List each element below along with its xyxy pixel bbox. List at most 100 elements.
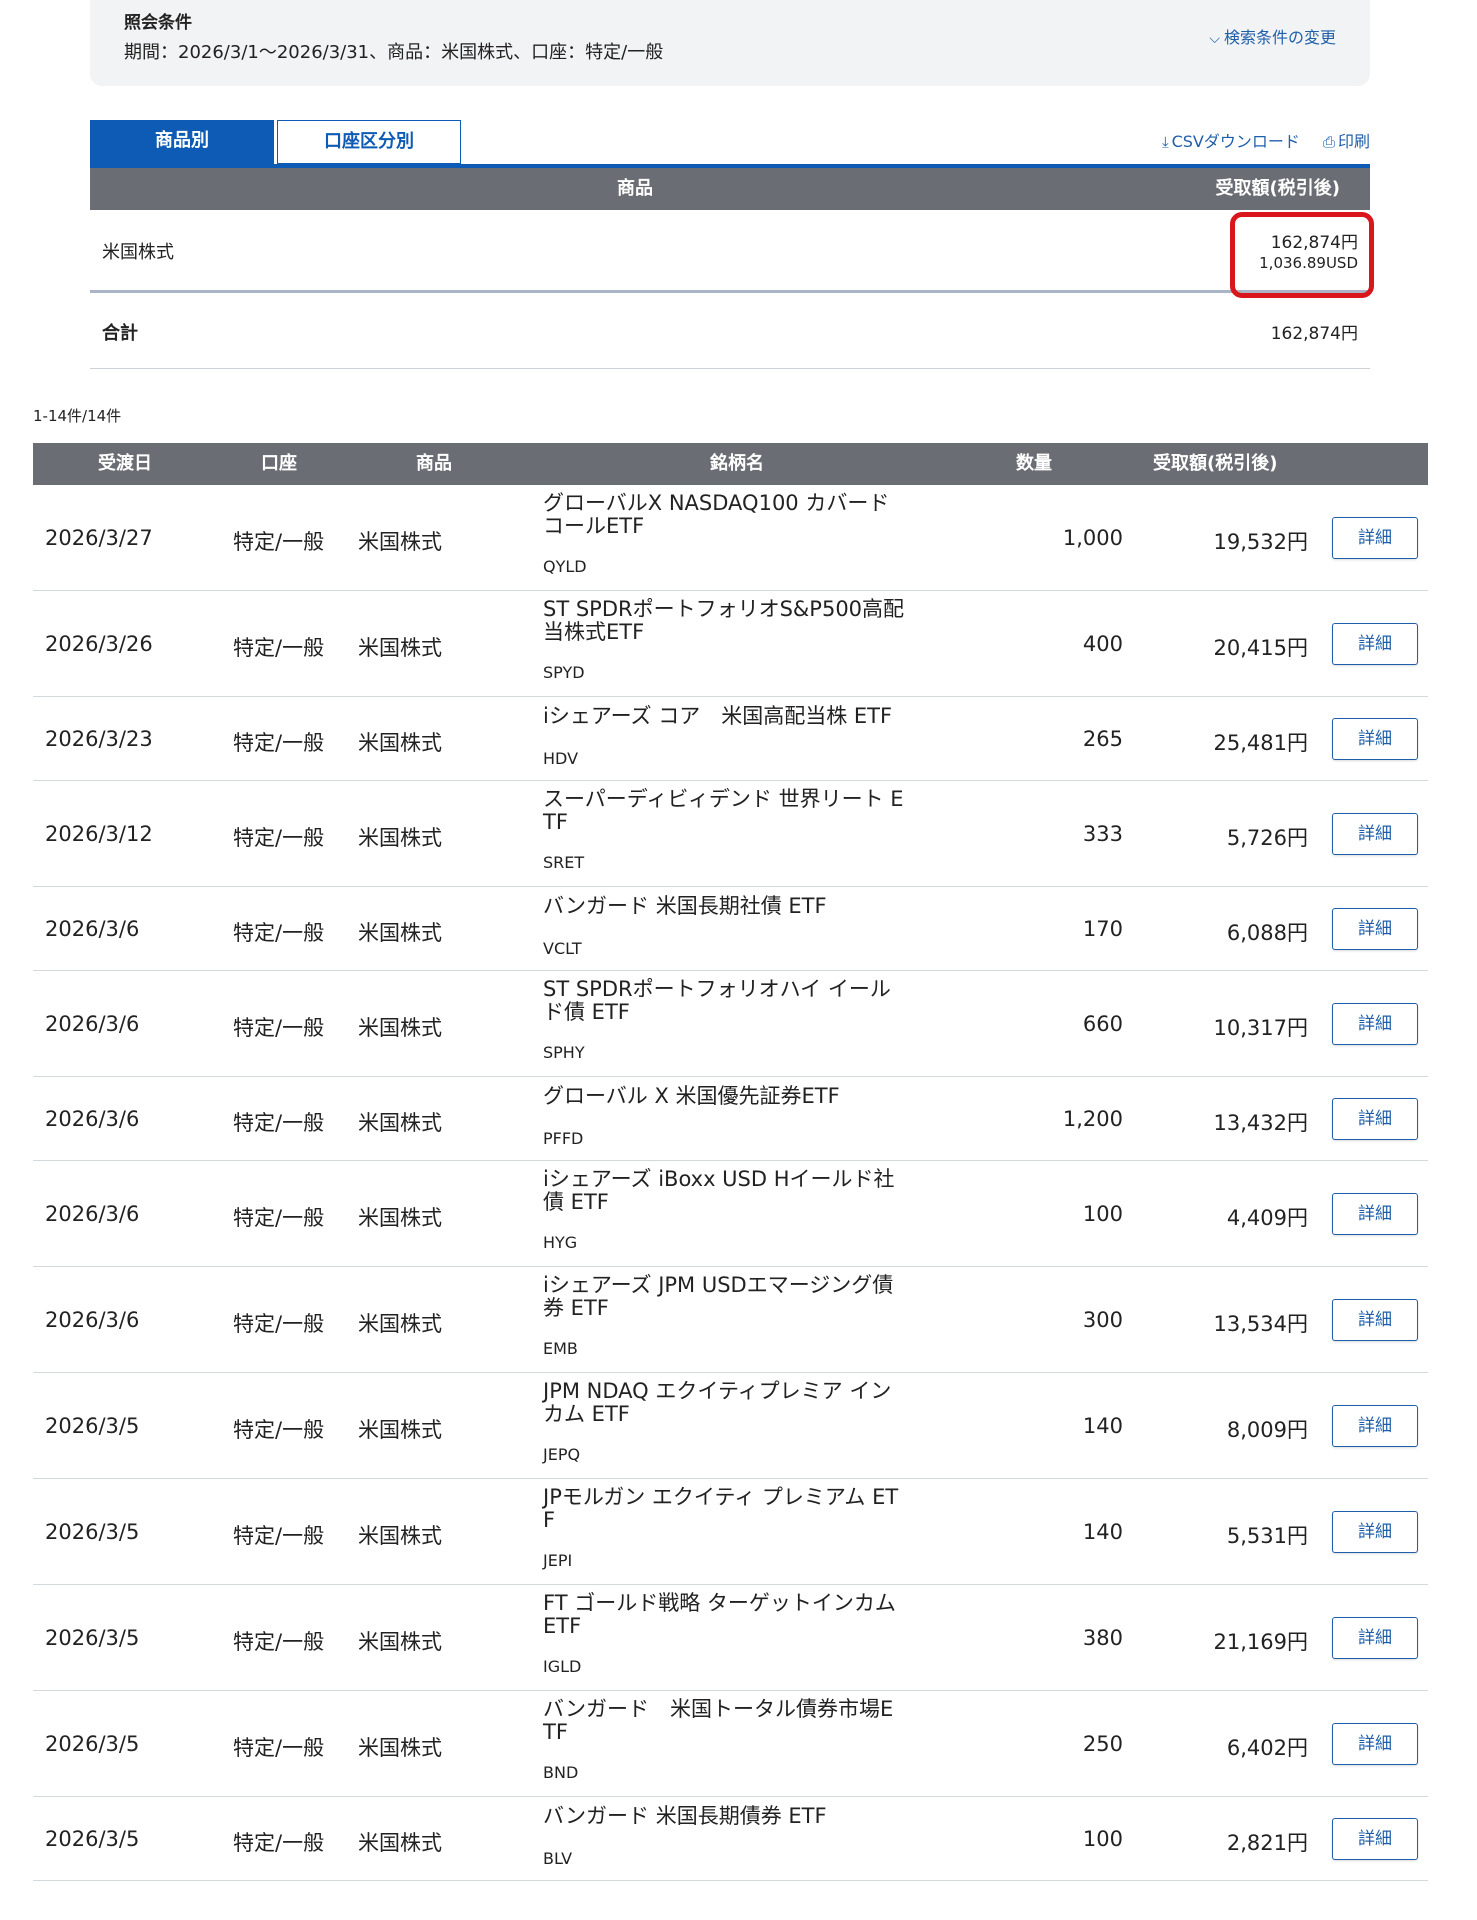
table-row: 2026/3/23 特定/一般 米国株式 iシェアーズ コア 米国高配当株 ETF HD…	[33, 697, 1428, 781]
detail-button[interactable]: 詳細	[1332, 1511, 1418, 1553]
row-quantity: 265	[1082, 727, 1123, 751]
row-account: 特定/一般	[233, 826, 325, 850]
row-ticker: JEPQ	[543, 1445, 581, 1464]
row-date: 2026/3/6	[45, 1308, 140, 1332]
detail-button[interactable]: 詳細	[1332, 1098, 1418, 1140]
list-body: 2026/3/27 特定/一般 米国株式 グローバルX NASDAQ100 カバードコ…	[33, 485, 1428, 1881]
total-value: 162,874円	[1270, 324, 1358, 344]
row-account: 特定/一般	[233, 1312, 325, 1336]
detail-button[interactable]: 詳細	[1332, 1723, 1418, 1765]
red-highlight-annotation	[1230, 212, 1374, 298]
row-quantity: 300	[1082, 1308, 1123, 1332]
detail-button[interactable]: 詳細	[1332, 908, 1418, 950]
row-product: 米国株式	[358, 636, 442, 660]
row-name-line1: iシェアーズ コア 米国高配当株 ETF	[543, 704, 893, 728]
row-ticker: BND	[543, 1763, 579, 1782]
summary-tabs: 商品別 口座区分別 ⤓ CSVダウンロード ⎙ 印刷	[90, 120, 1370, 168]
search-conditions-panel: 照会条件 期間：2026/3/1〜2026/3/31、商品：米国株式、口座：特定…	[90, 0, 1370, 86]
row-amount: 6,088円	[1226, 921, 1308, 945]
conditions-title: 照会条件	[124, 13, 192, 33]
row-date: 2026/3/5	[45, 1520, 140, 1544]
row-date: 2026/3/6	[45, 1012, 140, 1036]
row-product: 米国株式	[358, 1111, 442, 1135]
table-row: 2026/3/27 特定/一般 米国株式 グローバルX NASDAQ100 カバードコ…	[33, 485, 1428, 591]
row-name-line1: バンガード 米国長期社債 ETF	[543, 894, 827, 918]
detail-button[interactable]: 詳細	[1332, 517, 1418, 559]
table-row: 2026/3/5 特定/一般 米国株式 JPモルガン エクイティ プレミアム ET F J…	[33, 1479, 1428, 1585]
toolbar: ⤓ CSVダウンロード ⎙ 印刷	[1144, 128, 1370, 152]
change-conditions-label: 検索条件の変更	[1223, 28, 1336, 47]
detail-button[interactable]: 詳細	[1332, 1617, 1418, 1659]
row-date: 2026/3/12	[45, 822, 153, 846]
row-name: iシェアーズ コア 米国高配当株 ETF	[543, 705, 963, 728]
row-name-line2: ド債 ETF	[543, 1000, 630, 1024]
row-name: バンガード 米国長期債券 ETF	[543, 1805, 963, 1828]
row-name-line1: グローバルX NASDAQ100 カバード	[543, 491, 890, 515]
detail-button[interactable]: 詳細	[1332, 623, 1418, 665]
row-amount: 8,009円	[1226, 1418, 1308, 1442]
row-account: 特定/一般	[233, 530, 325, 554]
row-amount: 2,821円	[1226, 1831, 1308, 1855]
detail-button[interactable]: 詳細	[1332, 1003, 1418, 1045]
printer-icon: ⎙	[1322, 133, 1335, 151]
detail-button[interactable]: 詳細	[1332, 1299, 1418, 1341]
row-amount: 13,534円	[1213, 1312, 1308, 1336]
row-name-line1: JPモルガン エクイティ プレミアム ET	[543, 1485, 899, 1509]
row-name: バンガード 米国トータル債券市場E TF	[543, 1698, 963, 1744]
row-account: 特定/一般	[233, 1016, 325, 1040]
conditions-text: 期間：2026/3/1〜2026/3/31、商品：米国株式、口座：特定/一般	[124, 42, 664, 63]
row-ticker: PFFD	[543, 1129, 584, 1148]
summary-header: 商品 受取額(税引後)	[90, 168, 1370, 210]
row-product: 米国株式	[358, 530, 442, 554]
detail-button[interactable]: 詳細	[1332, 1818, 1418, 1860]
header-product: 商品	[416, 453, 452, 474]
row-name-line2: カム ETF	[543, 1402, 630, 1426]
row-amount: 10,317円	[1213, 1016, 1308, 1040]
row-name-line1: グローバル X 米国優先証券ETF	[543, 1084, 840, 1108]
print-link[interactable]: ⎙ 印刷	[1323, 132, 1370, 151]
detail-button[interactable]: 詳細	[1332, 718, 1418, 760]
tab-by-account[interactable]: 口座区分別	[277, 120, 461, 164]
summary-col-amount: 受取額(税引後)	[1215, 178, 1340, 199]
row-ticker: BLV	[543, 1849, 573, 1868]
row-quantity: 250	[1082, 1732, 1123, 1756]
header-amount: 受取額(税引後)	[1153, 453, 1278, 474]
row-quantity: 333	[1082, 822, 1123, 846]
csv-download-label: CSVダウンロード	[1171, 132, 1300, 151]
table-row: 2026/3/6 特定/一般 米国株式 バンガード 米国長期社債 ETF VCLT 170…	[33, 887, 1428, 971]
row-date: 2026/3/5	[45, 1732, 140, 1756]
row-date: 2026/3/5	[45, 1414, 140, 1438]
row-name-line1: iシェアーズ iBoxx USD Hイールド社	[543, 1167, 895, 1191]
row-ticker: VCLT	[543, 939, 582, 958]
row-date: 2026/3/5	[45, 1827, 140, 1851]
row-quantity: 380	[1082, 1626, 1123, 1650]
row-name: ST SPDRポートフォリオS&P500高配 当株式ETF	[543, 598, 963, 644]
row-amount: 5,726円	[1226, 826, 1308, 850]
detail-button[interactable]: 詳細	[1332, 813, 1418, 855]
row-quantity: 140	[1082, 1414, 1123, 1438]
total-label: 合計	[102, 323, 138, 344]
row-name-line2: ETF	[543, 1614, 582, 1638]
detail-button[interactable]: 詳細	[1332, 1193, 1418, 1235]
table-row: 2026/3/26 特定/一般 米国株式 ST SPDRポートフォリオS&P500高配…	[33, 591, 1428, 697]
row-name: iシェアーズ iBoxx USD Hイールド社債 ETF	[543, 1168, 963, 1214]
change-conditions-link[interactable]: ⌵ 検索条件の変更	[1209, 24, 1336, 48]
row-name-line1: スーパーディビィデンド 世界リート E	[543, 787, 904, 811]
row-name-line2: 当株式ETF	[543, 620, 645, 644]
detail-button[interactable]: 詳細	[1332, 1405, 1418, 1447]
header-name: 銘柄名	[710, 453, 764, 474]
row-account: 特定/一般	[233, 1630, 325, 1654]
row-account: 特定/一般	[233, 921, 325, 945]
tab-by-product[interactable]: 商品別	[90, 120, 274, 164]
row-ticker: QYLD	[543, 557, 587, 576]
row-ticker: HYG	[543, 1233, 578, 1252]
row-amount: 4,409円	[1226, 1206, 1308, 1230]
row-account: 特定/一般	[233, 1418, 325, 1442]
row-name-line1: バンガード 米国トータル債券市場E	[543, 1697, 894, 1721]
row-amount: 19,532円	[1213, 530, 1308, 554]
row-name: JPM NDAQ エクイティプレミア イン カム ETF	[543, 1380, 963, 1426]
print-label: 印刷	[1337, 132, 1370, 151]
csv-download-link[interactable]: ⤓ CSVダウンロード	[1162, 132, 1300, 151]
row-product: 米国株式	[358, 1736, 442, 1760]
row-product: 米国株式	[358, 1831, 442, 1855]
